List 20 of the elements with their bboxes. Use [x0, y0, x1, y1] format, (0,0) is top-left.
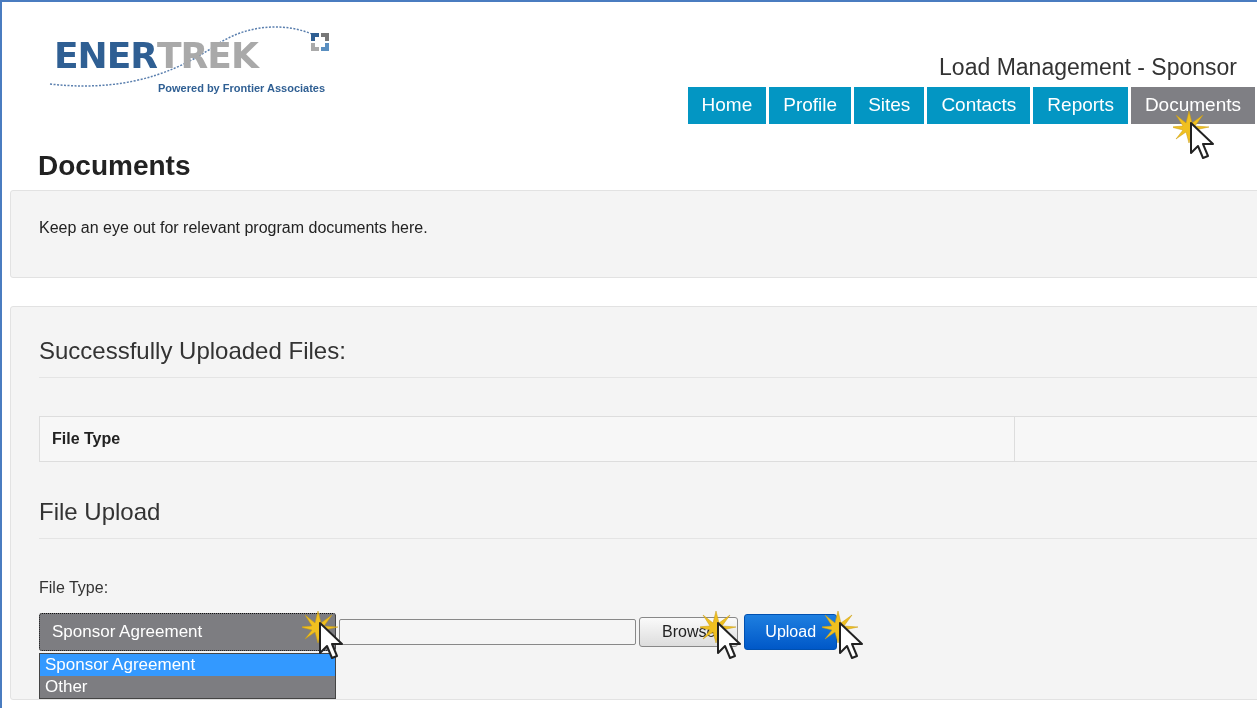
section-heading: Successfully Uploaded Files: [39, 337, 1257, 378]
nav-tab[interactable]: Profile [769, 87, 852, 124]
nav-tab[interactable]: Reports [1033, 87, 1128, 124]
dropdown-option[interactable]: Other [40, 676, 335, 698]
nav-tab[interactable]: Home [687, 87, 767, 124]
file-path-field[interactable] [339, 619, 636, 645]
logo-mark-icon [310, 32, 330, 52]
app-title: Load Management - Sponsor [939, 54, 1237, 81]
file-type-dropdown[interactable]: Sponsor Agreement [39, 613, 336, 651]
dropdown-option[interactable]: Sponsor Agreement [40, 654, 335, 676]
nav-tab[interactable]: Sites [854, 87, 925, 124]
logo-word: ENER [54, 36, 158, 76]
column-header: File Type [39, 416, 1015, 462]
logo-tagline: Powered by Frontier Associates [158, 82, 326, 94]
section-heading: File Upload [39, 498, 1257, 539]
page-title: Documents [38, 150, 192, 182]
upload-button[interactable]: Upload [744, 614, 838, 650]
field-label: File Type: [39, 579, 110, 597]
intro-text: Keep an eye out for relevant program documents here. [38, 218, 429, 238]
nav-tab[interactable]: Contacts [927, 87, 1031, 124]
